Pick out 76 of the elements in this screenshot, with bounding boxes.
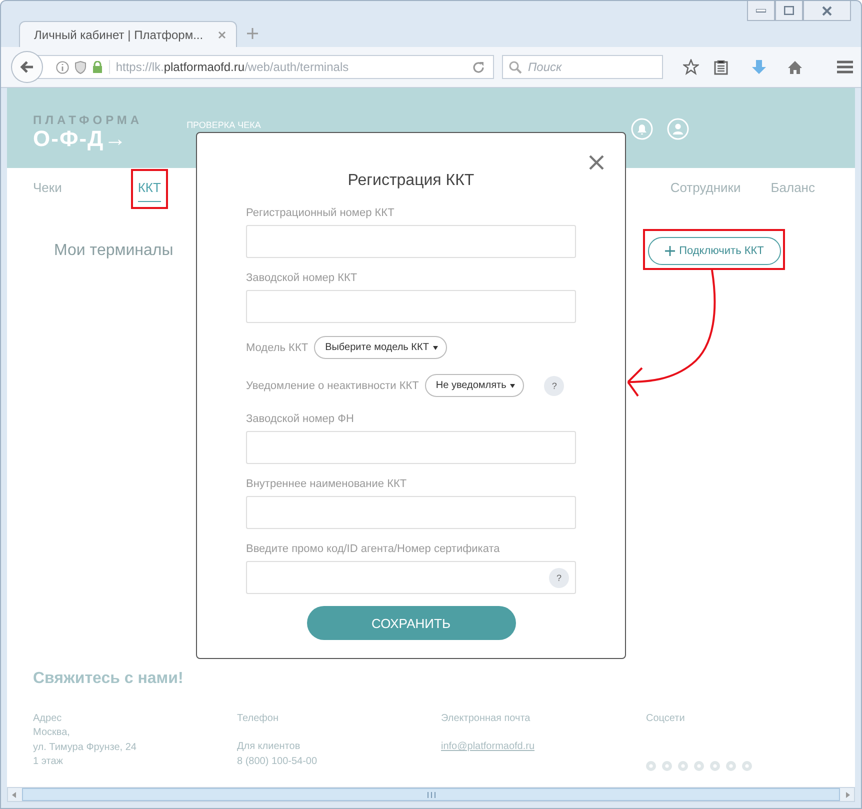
phone-text: Для клиентов <box>237 740 302 754</box>
bell-icon[interactable] <box>631 118 653 140</box>
close-icon[interactable] <box>589 155 604 170</box>
field-label: Регистрационный номер ККТ <box>246 206 396 220</box>
browser-tab[interactable]: Личный кабинет | Платформ... <box>19 21 237 47</box>
close-icon[interactable] <box>218 30 226 38</box>
footer-title: Свяжитесь с нами! <box>33 670 184 688</box>
input-field[interactable] <box>246 431 576 464</box>
download-icon[interactable] <box>751 59 767 75</box>
field-label: Уведомление о неактивности ККТ <box>246 380 419 392</box>
dialog-title: Регистрация ККТ <box>346 172 476 190</box>
input-field[interactable] <box>246 225 576 258</box>
address-line: ул. Тимура Фрунзе, 24 <box>33 740 138 754</box>
search-field[interactable]: Поиск <box>502 55 663 79</box>
social-icon[interactable] <box>662 761 672 771</box>
horizontal-scrollbar[interactable] <box>7 787 855 802</box>
select-dropdown[interactable]: Выберите модель ККТ <box>314 336 447 359</box>
save-button[interactable]: СОХРАНИТЬ <box>306 606 516 640</box>
scroll-thumb[interactable] <box>22 788 840 801</box>
select-dropdown[interactable]: Не уведомлять <box>424 374 524 397</box>
close-icon <box>822 6 832 16</box>
field-label: Модель ККТ <box>246 342 308 354</box>
connect-button[interactable]: Подключить ККТ <box>648 237 781 265</box>
footer-heading: Электронная почта <box>441 712 532 726</box>
social-icon[interactable] <box>646 761 656 771</box>
maximize-icon <box>784 6 794 15</box>
address-line: 1 этаж <box>33 755 64 769</box>
footer-heading: Адрес <box>33 712 63 726</box>
field-label: Заводской номер ККТ <box>246 271 358 285</box>
social-icon[interactable] <box>710 761 720 771</box>
shield-icon <box>74 60 86 74</box>
info-icon <box>56 60 69 74</box>
social-icon[interactable] <box>694 761 704 771</box>
input-field[interactable]: ? <box>246 561 576 594</box>
social-icon[interactable] <box>726 761 736 771</box>
help-badge[interactable]: ? <box>549 568 569 588</box>
nav-tab[interactable]: ККТ <box>138 180 161 202</box>
phone-text: 8 (800) 100-54-00 <box>237 754 318 768</box>
address-line: Москва, <box>33 726 71 740</box>
grip-icon <box>426 792 436 798</box>
social-icon[interactable] <box>678 761 688 771</box>
field-label: Заводской номер ФН <box>246 412 355 426</box>
url-text: https://lk.platformaofd.ru/web/auth/terminals <box>108 60 458 74</box>
plus-icon <box>665 246 676 256</box>
user-icon[interactable] <box>667 118 689 140</box>
email-link[interactable]: info@platformaofd.ru <box>441 740 646 754</box>
reload-icon[interactable] <box>472 60 485 74</box>
star-icon[interactable] <box>683 59 699 75</box>
back-button[interactable] <box>11 51 43 83</box>
caret-icon <box>432 346 438 350</box>
maximize-button[interactable] <box>775 1 803 21</box>
input-field[interactable] <box>246 290 576 323</box>
clipboard-icon[interactable] <box>713 59 729 75</box>
nav-tab[interactable]: Сотрудники <box>670 180 741 202</box>
minimize-icon <box>756 8 766 12</box>
field-label: Введите промо код/ID агента/Номер сертификата <box>246 542 501 556</box>
address-bar[interactable]: https://lk.platformaofd.ru/web/auth/terminals <box>36 55 494 79</box>
logo-text: О-Ф-Д→ <box>33 127 128 151</box>
minimize-button[interactable] <box>747 1 775 21</box>
field-label: Внутреннее наименование ККТ <box>246 477 408 491</box>
footer-heading: Телефон <box>237 712 280 726</box>
nav-tab[interactable]: Баланс <box>770 180 815 202</box>
nav-tab[interactable]: Чеки <box>33 180 62 202</box>
social-icon[interactable] <box>742 761 752 771</box>
new-tab-icon[interactable] <box>247 28 258 39</box>
lock-icon <box>92 61 103 73</box>
search-icon <box>508 60 522 74</box>
home-icon[interactable] <box>787 60 803 74</box>
footer-heading: Соцсети <box>646 712 686 726</box>
page-title: Мои терминалы <box>54 242 174 260</box>
input-field[interactable] <box>246 496 576 529</box>
window-close-button[interactable] <box>803 1 851 21</box>
help-badge[interactable]: ? <box>544 376 564 396</box>
back-arrow-icon <box>20 61 34 73</box>
menu-icon[interactable] <box>837 60 853 74</box>
caret-icon <box>510 384 516 388</box>
